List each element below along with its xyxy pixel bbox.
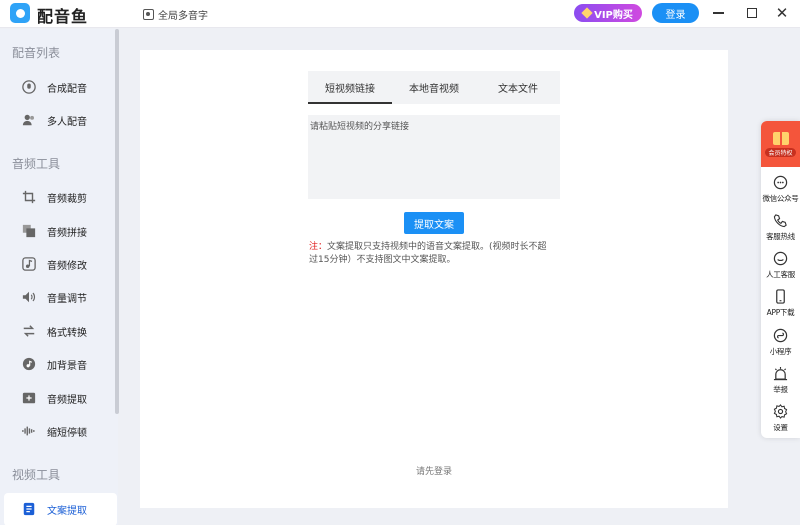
music-add-icon (22, 357, 36, 371)
sidebar-scrollbar[interactable] (115, 29, 119, 414)
wechat-icon (773, 175, 788, 190)
scan-icon (143, 9, 154, 20)
tab-short-video-link[interactable]: 短视频链接 (308, 71, 392, 104)
float-item-label: APP下载 (766, 308, 795, 317)
float-item-settings[interactable]: 设置 (761, 404, 800, 440)
extract-text-button[interactable]: 提取文案 (404, 212, 464, 234)
copy-icon (22, 224, 36, 238)
sidebar-item-text-extract[interactable]: 文案提取 (4, 493, 117, 525)
convert-icon (23, 325, 35, 337)
sidebar-item-label: 多人配音 (47, 117, 87, 128)
sidebar-item-label: 音频修改 (47, 261, 87, 272)
users-icon (22, 114, 34, 126)
extract-note: 注：文案提取只支持视频中的语音文案提取。(视频时长不超过15分钟）不支持图文中文… (309, 241, 549, 267)
sidebar-item-label: 音量调节 (47, 294, 87, 305)
note-text: 文案提取只支持视频中的语音文案提取。(视频时长不超过15分钟）不支持图文中文案提… (309, 242, 547, 265)
section-title-dub: 配音列表 (12, 46, 61, 60)
close-icon: ✕ (775, 3, 789, 22)
waveform-icon (22, 426, 35, 436)
global-dub-button[interactable]: 全局多音字 (143, 7, 208, 22)
minimize-icon (712, 12, 724, 14)
float-item-hotline[interactable]: 客服热线 (761, 213, 800, 249)
music-icon (22, 257, 36, 271)
sidebar-item-label: 文案提取 (47, 506, 87, 517)
login-button[interactable]: 登录 (652, 3, 699, 23)
diamond-icon (581, 7, 593, 19)
float-item-report[interactable]: 举报 (761, 366, 800, 402)
phone-icon (773, 214, 787, 228)
vip-label: VIP购买 (594, 9, 633, 21)
sidebar-item-label: 合成配音 (47, 84, 87, 95)
float-item-label: 人工客服 (766, 270, 795, 279)
note-prefix: 注： (309, 242, 328, 252)
mobile-icon (776, 289, 785, 304)
sidebar: 配音列表 合成配音 多人配音 音频工具 音频裁剪 音频拼接 音频修改 音量调节 … (0, 29, 118, 525)
float-item-support[interactable]: 人工客服 (761, 251, 800, 287)
sidebar-item-audio-crop[interactable]: 音频裁剪 (0, 181, 115, 214)
document-icon (23, 502, 35, 516)
maximize-button[interactable] (743, 4, 761, 22)
sidebar-item-label: 格式转换 (47, 328, 87, 339)
sidebar-item-label: 音频裁剪 (47, 194, 87, 205)
sidebar-item-label: 音频拼接 (47, 228, 87, 239)
float-item-label: 举报 (773, 385, 788, 394)
mic-icon (22, 80, 36, 94)
support-icon (773, 251, 788, 266)
sidebar-item-label: 缩短停顿 (47, 428, 87, 439)
sidebar-item-shorten-pause[interactable]: 缩短停顿 (0, 415, 115, 448)
app-name: 配音鱼 (37, 7, 89, 26)
sidebar-item-label: 加背景音 (47, 361, 87, 372)
vip-purchase-button[interactable]: VIP购买 (574, 4, 642, 22)
share-link-input[interactable] (308, 115, 560, 199)
sidebar-item-audio-extract[interactable]: 音频提取 (0, 382, 115, 415)
crop-icon (22, 190, 36, 204)
float-item-label: 设置 (773, 423, 788, 432)
sidebar-item-label: 音频提取 (47, 395, 87, 406)
app-logo-icon (10, 3, 30, 23)
sidebar-item-multi-dub[interactable]: 多人配音 (0, 104, 115, 137)
float-item-wechat[interactable]: 微信公众号 (761, 175, 800, 211)
close-button[interactable]: ✕ (773, 4, 791, 22)
float-item-app-download[interactable]: APP下载 (761, 289, 800, 325)
extract-icon (22, 392, 36, 404)
sidebar-item-audio-join[interactable]: 音频拼接 (0, 215, 115, 248)
promo-label: 会员特权 (765, 147, 796, 157)
sidebar-item-audio-edit[interactable]: 音频修改 (0, 248, 115, 281)
title-bar: 配音鱼 全局多音字 VIP购买 登录 ✕ (0, 0, 800, 28)
source-tabs: 短视频链接 本地音视频 文本文件 (308, 71, 560, 104)
float-item-miniprogram[interactable]: 小程序 (761, 328, 800, 364)
global-dub-label: 全局多音字 (158, 11, 208, 22)
gift-icon (772, 131, 789, 145)
section-title-audio: 音频工具 (12, 157, 61, 171)
section-title-video: 视频工具 (12, 468, 61, 482)
main-panel: 短视频链接 本地音视频 文本文件 提取文案 注：文案提取只支持视频中的语音文案提… (140, 50, 728, 508)
sidebar-item-add-bgm[interactable]: 加背景音 (0, 348, 115, 381)
login-hint: 请先登录 (415, 467, 452, 477)
member-promo-button[interactable]: 会员特权 (761, 121, 800, 167)
float-item-label: 微信公众号 (762, 194, 799, 203)
float-item-label: 小程序 (769, 347, 792, 356)
tab-text-file[interactable]: 文本文件 (476, 71, 560, 104)
report-icon (773, 366, 788, 381)
sidebar-item-synth-dub[interactable]: 合成配音 (0, 71, 115, 104)
right-float-bar: 会员特权 微信公众号 客服热线 人工客服 APP下载 小程序 举报 设置 (761, 121, 800, 438)
volume-icon (22, 291, 36, 303)
sidebar-item-volume[interactable]: 音量调节 (0, 281, 115, 314)
miniprogram-icon (773, 328, 788, 343)
minimize-button[interactable] (709, 4, 727, 22)
maximize-icon (747, 8, 757, 18)
float-item-label: 客服热线 (766, 232, 795, 241)
settings-icon (773, 404, 788, 419)
sidebar-item-format-convert[interactable]: 格式转换 (0, 315, 115, 348)
tab-local-media[interactable]: 本地音视频 (392, 71, 476, 104)
